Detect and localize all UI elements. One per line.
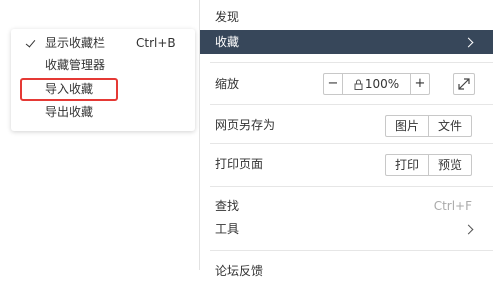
submenu-item-label: 导出收藏 bbox=[45, 105, 94, 119]
print-button[interactable]: 打印 bbox=[386, 155, 428, 175]
zoom-value: 100% bbox=[342, 74, 411, 94]
zoom-out-button[interactable]: − bbox=[324, 74, 342, 94]
menu-item-find[interactable]: 查找 Ctrl+F bbox=[200, 196, 493, 216]
zoom-label: 缩放 bbox=[215, 77, 240, 91]
menu-item-discover-label: 发现 bbox=[215, 10, 240, 24]
save-page-label: 网页另存为 bbox=[215, 118, 276, 132]
divider bbox=[210, 186, 493, 187]
print-page-buttons: 打印 预览 bbox=[385, 154, 473, 176]
print-page-label: 打印页面 bbox=[215, 157, 264, 171]
submenu-item-show-bar[interactable]: 显示收藏栏 Ctrl+B bbox=[11, 34, 195, 53]
chevron-right-icon bbox=[463, 224, 474, 235]
zoom-value-text: 100% bbox=[364, 77, 400, 91]
submenu-item-label: 显示收藏栏 bbox=[45, 36, 106, 50]
highlight-box bbox=[20, 78, 118, 101]
divider bbox=[210, 250, 493, 251]
submenu-item-shortcut: Ctrl+B bbox=[136, 36, 176, 50]
chevron-right-icon bbox=[463, 37, 474, 48]
divider bbox=[210, 143, 493, 144]
feedback-label: 论坛反馈 bbox=[215, 264, 264, 278]
divider bbox=[210, 62, 493, 63]
save-page-buttons: 图片 文件 bbox=[385, 115, 473, 137]
check-icon bbox=[25, 37, 36, 48]
menu-item-favorites-label: 收藏 bbox=[215, 35, 240, 49]
menu-item-favorites[interactable]: 收藏 bbox=[200, 30, 493, 54]
find-label: 查找 bbox=[215, 199, 240, 213]
save-as-image-button[interactable]: 图片 bbox=[386, 116, 428, 136]
lock-icon bbox=[354, 79, 363, 90]
zoom-control: − 100% + bbox=[323, 73, 430, 95]
menu-item-discover[interactable]: 发现 bbox=[200, 6, 493, 28]
divider bbox=[210, 104, 493, 105]
save-as-file-button[interactable]: 文件 bbox=[428, 116, 471, 136]
submenu-item-label: 收藏管理器 bbox=[45, 58, 106, 72]
zoom-in-button[interactable]: + bbox=[411, 74, 429, 94]
print-preview-button[interactable]: 预览 bbox=[428, 155, 471, 175]
tools-label: 工具 bbox=[215, 222, 240, 236]
fullscreen-button[interactable] bbox=[453, 73, 475, 95]
expand-icon bbox=[458, 78, 470, 90]
find-shortcut: Ctrl+F bbox=[433, 199, 472, 213]
menu-item-feedback[interactable]: 论坛反馈 bbox=[200, 260, 493, 282]
menu-item-tools[interactable]: 工具 bbox=[200, 218, 493, 240]
main-menu: 发现 收藏 缩放 − 100% + 网页另存为 图片 文件 打印页面 打印 预览… bbox=[199, 0, 493, 278]
submenu-item-export[interactable]: 导出收藏 bbox=[11, 103, 195, 122]
submenu-item-manager[interactable]: 收藏管理器 bbox=[11, 56, 195, 75]
